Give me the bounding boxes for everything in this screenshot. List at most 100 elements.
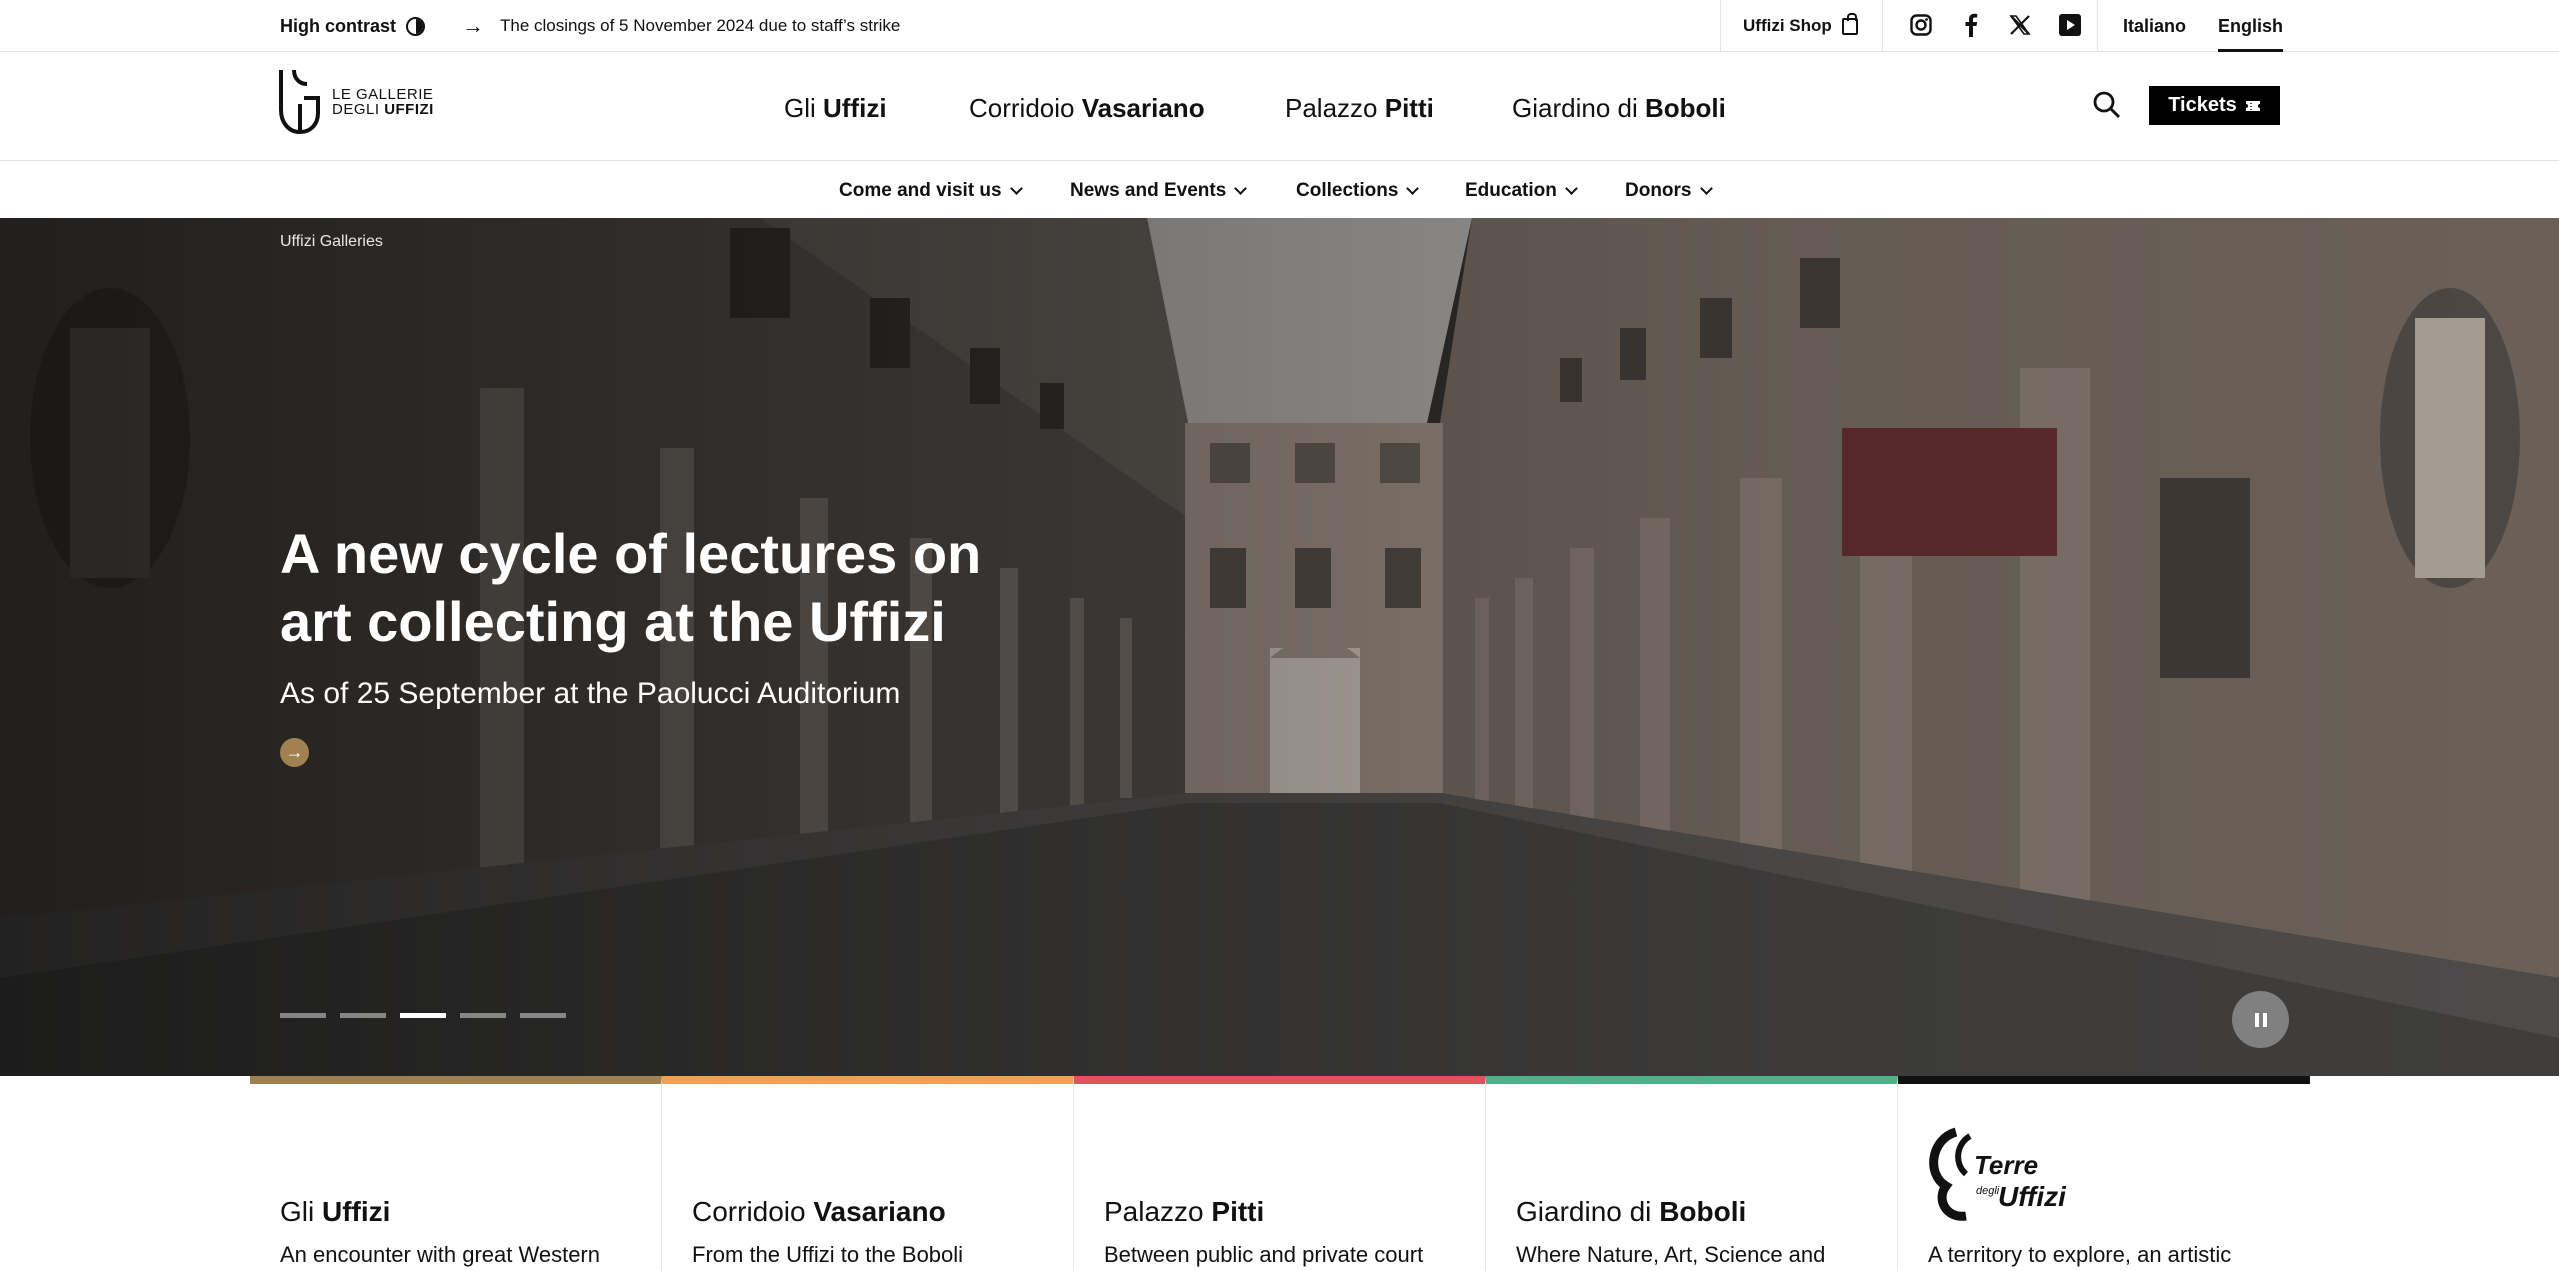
carousel-indicators bbox=[280, 1013, 566, 1018]
nav-come-and-visit[interactable]: Come and visit us bbox=[839, 176, 1023, 206]
terre-logo-top: Terre bbox=[1974, 1150, 2038, 1180]
carousel-dot[interactable] bbox=[460, 1013, 506, 1018]
nav-collections[interactable]: Collections bbox=[1296, 176, 1420, 206]
arrow-right-icon[interactable]: → bbox=[280, 738, 309, 767]
contrast-icon bbox=[406, 16, 426, 36]
chevron-down-icon bbox=[1699, 182, 1713, 195]
logo-text: LE GALLERIE DEGLI UFFIZI bbox=[332, 87, 434, 117]
hero-carousel: Uffizi Galleries A new cycle of lectures… bbox=[0, 218, 2559, 1076]
site-name: Boboli bbox=[1644, 92, 1726, 123]
card-title: Palazzo Pitti bbox=[1104, 1196, 1264, 1228]
card-title-prefix: Giardino di bbox=[1516, 1196, 1660, 1227]
pause-button[interactable] bbox=[2232, 991, 2289, 1048]
search-icon[interactable] bbox=[2092, 90, 2122, 120]
site-name: Uffizi bbox=[823, 92, 887, 123]
arrow-right-icon: → bbox=[462, 13, 484, 38]
card-title-name: Uffizi bbox=[322, 1196, 391, 1227]
card-title-name: Pitti bbox=[1211, 1196, 1265, 1227]
nav-label: News and Events bbox=[1070, 180, 1227, 201]
site-link-boboli[interactable]: Giardino di Boboli bbox=[1512, 88, 1726, 128]
card-title-prefix: Gli bbox=[280, 1196, 322, 1227]
card-title: Corridoio Vasariano bbox=[692, 1196, 946, 1228]
shop-label: Uffizi Shop bbox=[1743, 16, 1832, 35]
site-name: Vasariano bbox=[1081, 92, 1205, 123]
youtube-icon[interactable] bbox=[2057, 12, 2083, 38]
site-header: LE GALLERIE DEGLI UFFIZI Gli Uffizi Corr… bbox=[0, 52, 2559, 161]
card-title-name: Boboli bbox=[1659, 1196, 1747, 1227]
terre-logo-bottom: Uffizi bbox=[1998, 1181, 2066, 1212]
card-title-name: Vasariano bbox=[813, 1196, 946, 1227]
chevron-down-icon bbox=[1009, 182, 1023, 195]
card-vasariano[interactable]: Corridoio Vasariano From the Uffizi to t… bbox=[662, 1076, 1074, 1271]
terre-degli-uffizi-logo: Terre degli Uffizi bbox=[1926, 1124, 2067, 1224]
lang-english[interactable]: English bbox=[2218, 12, 2284, 52]
card-title-prefix: Palazzo bbox=[1104, 1196, 1212, 1227]
nav-education[interactable]: Education bbox=[1465, 176, 1578, 206]
logo-line-2b: UFFIZI bbox=[384, 101, 434, 118]
carousel-dot-active[interactable] bbox=[400, 1013, 446, 1018]
shopping-bag-icon bbox=[1841, 12, 1858, 35]
ticket-icon bbox=[2245, 100, 2260, 111]
card-description: A territory to explore, an artistic bbox=[1928, 1242, 2232, 1267]
nav-donors[interactable]: Donors bbox=[1625, 176, 1713, 206]
chevron-down-icon bbox=[1564, 182, 1578, 195]
card-boboli[interactable]: Giardino di Boboli Where Nature, Art, Sc… bbox=[1486, 1076, 1898, 1271]
tickets-label: Tickets bbox=[2168, 94, 2237, 116]
site-link-uffizi[interactable]: Gli Uffizi bbox=[784, 88, 887, 128]
divider bbox=[1720, 0, 1721, 52]
uffizi-logo-mark bbox=[279, 69, 320, 135]
shop-link[interactable]: Uffizi Shop bbox=[1743, 12, 1858, 40]
logo-line-1: LE GALLERIE bbox=[332, 86, 434, 103]
nav-label: Donors bbox=[1625, 180, 1692, 201]
site-prefix: Palazzo bbox=[1285, 92, 1385, 123]
x-icon[interactable] bbox=[2007, 12, 2033, 38]
site-prefix: Gli bbox=[784, 92, 823, 123]
site-link-vasariano[interactable]: Corridoio Vasariano bbox=[969, 88, 1205, 128]
terre-logo-mid: degli bbox=[1976, 1185, 2000, 1197]
tickets-button[interactable]: Tickets bbox=[2149, 86, 2280, 125]
facebook-icon[interactable] bbox=[1958, 12, 1984, 38]
card-title: Giardino di Boboli bbox=[1516, 1196, 1746, 1228]
card-description: Where Nature, Art, Science and bbox=[1516, 1242, 1826, 1267]
high-contrast-label: High contrast bbox=[280, 15, 397, 36]
logo-line-2a: DEGLI bbox=[332, 101, 385, 118]
card-description: From the Uffizi to the Boboli bbox=[692, 1242, 964, 1267]
nav-label: Come and visit us bbox=[839, 180, 1002, 201]
museum-cards: Gli Uffizi An encounter with great Weste… bbox=[250, 1076, 2310, 1271]
main-nav: Come and visit us News and Events Collec… bbox=[0, 162, 2559, 218]
instagram-icon[interactable] bbox=[1908, 12, 1934, 38]
lang-italiano[interactable]: Italiano bbox=[2123, 12, 2186, 40]
carousel-dot[interactable] bbox=[280, 1013, 326, 1018]
card-description: An encounter with great Western bbox=[280, 1242, 600, 1267]
card-uffizi[interactable]: Gli Uffizi An encounter with great Weste… bbox=[250, 1076, 662, 1271]
card-pitti[interactable]: Palazzo Pitti Between public and private… bbox=[1074, 1076, 1486, 1271]
card-description: Between public and private court bbox=[1104, 1242, 1424, 1267]
card-title: Gli Uffizi bbox=[280, 1196, 390, 1228]
alert-link[interactable]: → The closings of 5 November 2024 due to… bbox=[462, 12, 900, 40]
terre-logo-mark: Terre degli Uffizi bbox=[1929, 1127, 2067, 1221]
nav-news-and-events[interactable]: News and Events bbox=[1070, 176, 1248, 206]
breadcrumb[interactable]: Uffizi Galleries bbox=[280, 233, 383, 251]
pause-icon bbox=[2254, 1012, 2259, 1027]
hero-title: A new cycle of lectures on art collectin… bbox=[280, 522, 982, 653]
carousel-dot[interactable] bbox=[340, 1013, 386, 1018]
alert-text: The closings of 5 November 2024 due to s… bbox=[500, 16, 901, 35]
high-contrast-toggle[interactable]: High contrast bbox=[280, 12, 426, 40]
site-link-pitti[interactable]: Palazzo Pitti bbox=[1285, 88, 1434, 128]
hero-subtitle: As of 25 September at the Paolucci Audit… bbox=[280, 677, 901, 710]
card-terre-degli-uffizi[interactable]: Terre degli Uffizi A territory to explor… bbox=[1898, 1076, 2310, 1271]
divider bbox=[1882, 0, 1883, 52]
site-prefix: Giardino di bbox=[1512, 92, 1645, 123]
pause-icon bbox=[2262, 1012, 2267, 1027]
nav-label: Collections bbox=[1296, 180, 1399, 201]
chevron-down-icon bbox=[1234, 182, 1248, 195]
site-prefix: Corridoio bbox=[969, 92, 1082, 123]
divider bbox=[2097, 0, 2098, 52]
utility-bar: High contrast → The closings of 5 Novemb… bbox=[0, 0, 2559, 52]
site-name: Pitti bbox=[1384, 92, 1434, 123]
chevron-down-icon bbox=[1406, 182, 1420, 195]
uffizi-logo[interactable]: LE GALLERIE DEGLI UFFIZI bbox=[278, 66, 448, 138]
nav-label: Education bbox=[1465, 180, 1557, 201]
carousel-dot[interactable] bbox=[520, 1013, 566, 1018]
card-title-prefix: Corridoio bbox=[692, 1196, 814, 1227]
